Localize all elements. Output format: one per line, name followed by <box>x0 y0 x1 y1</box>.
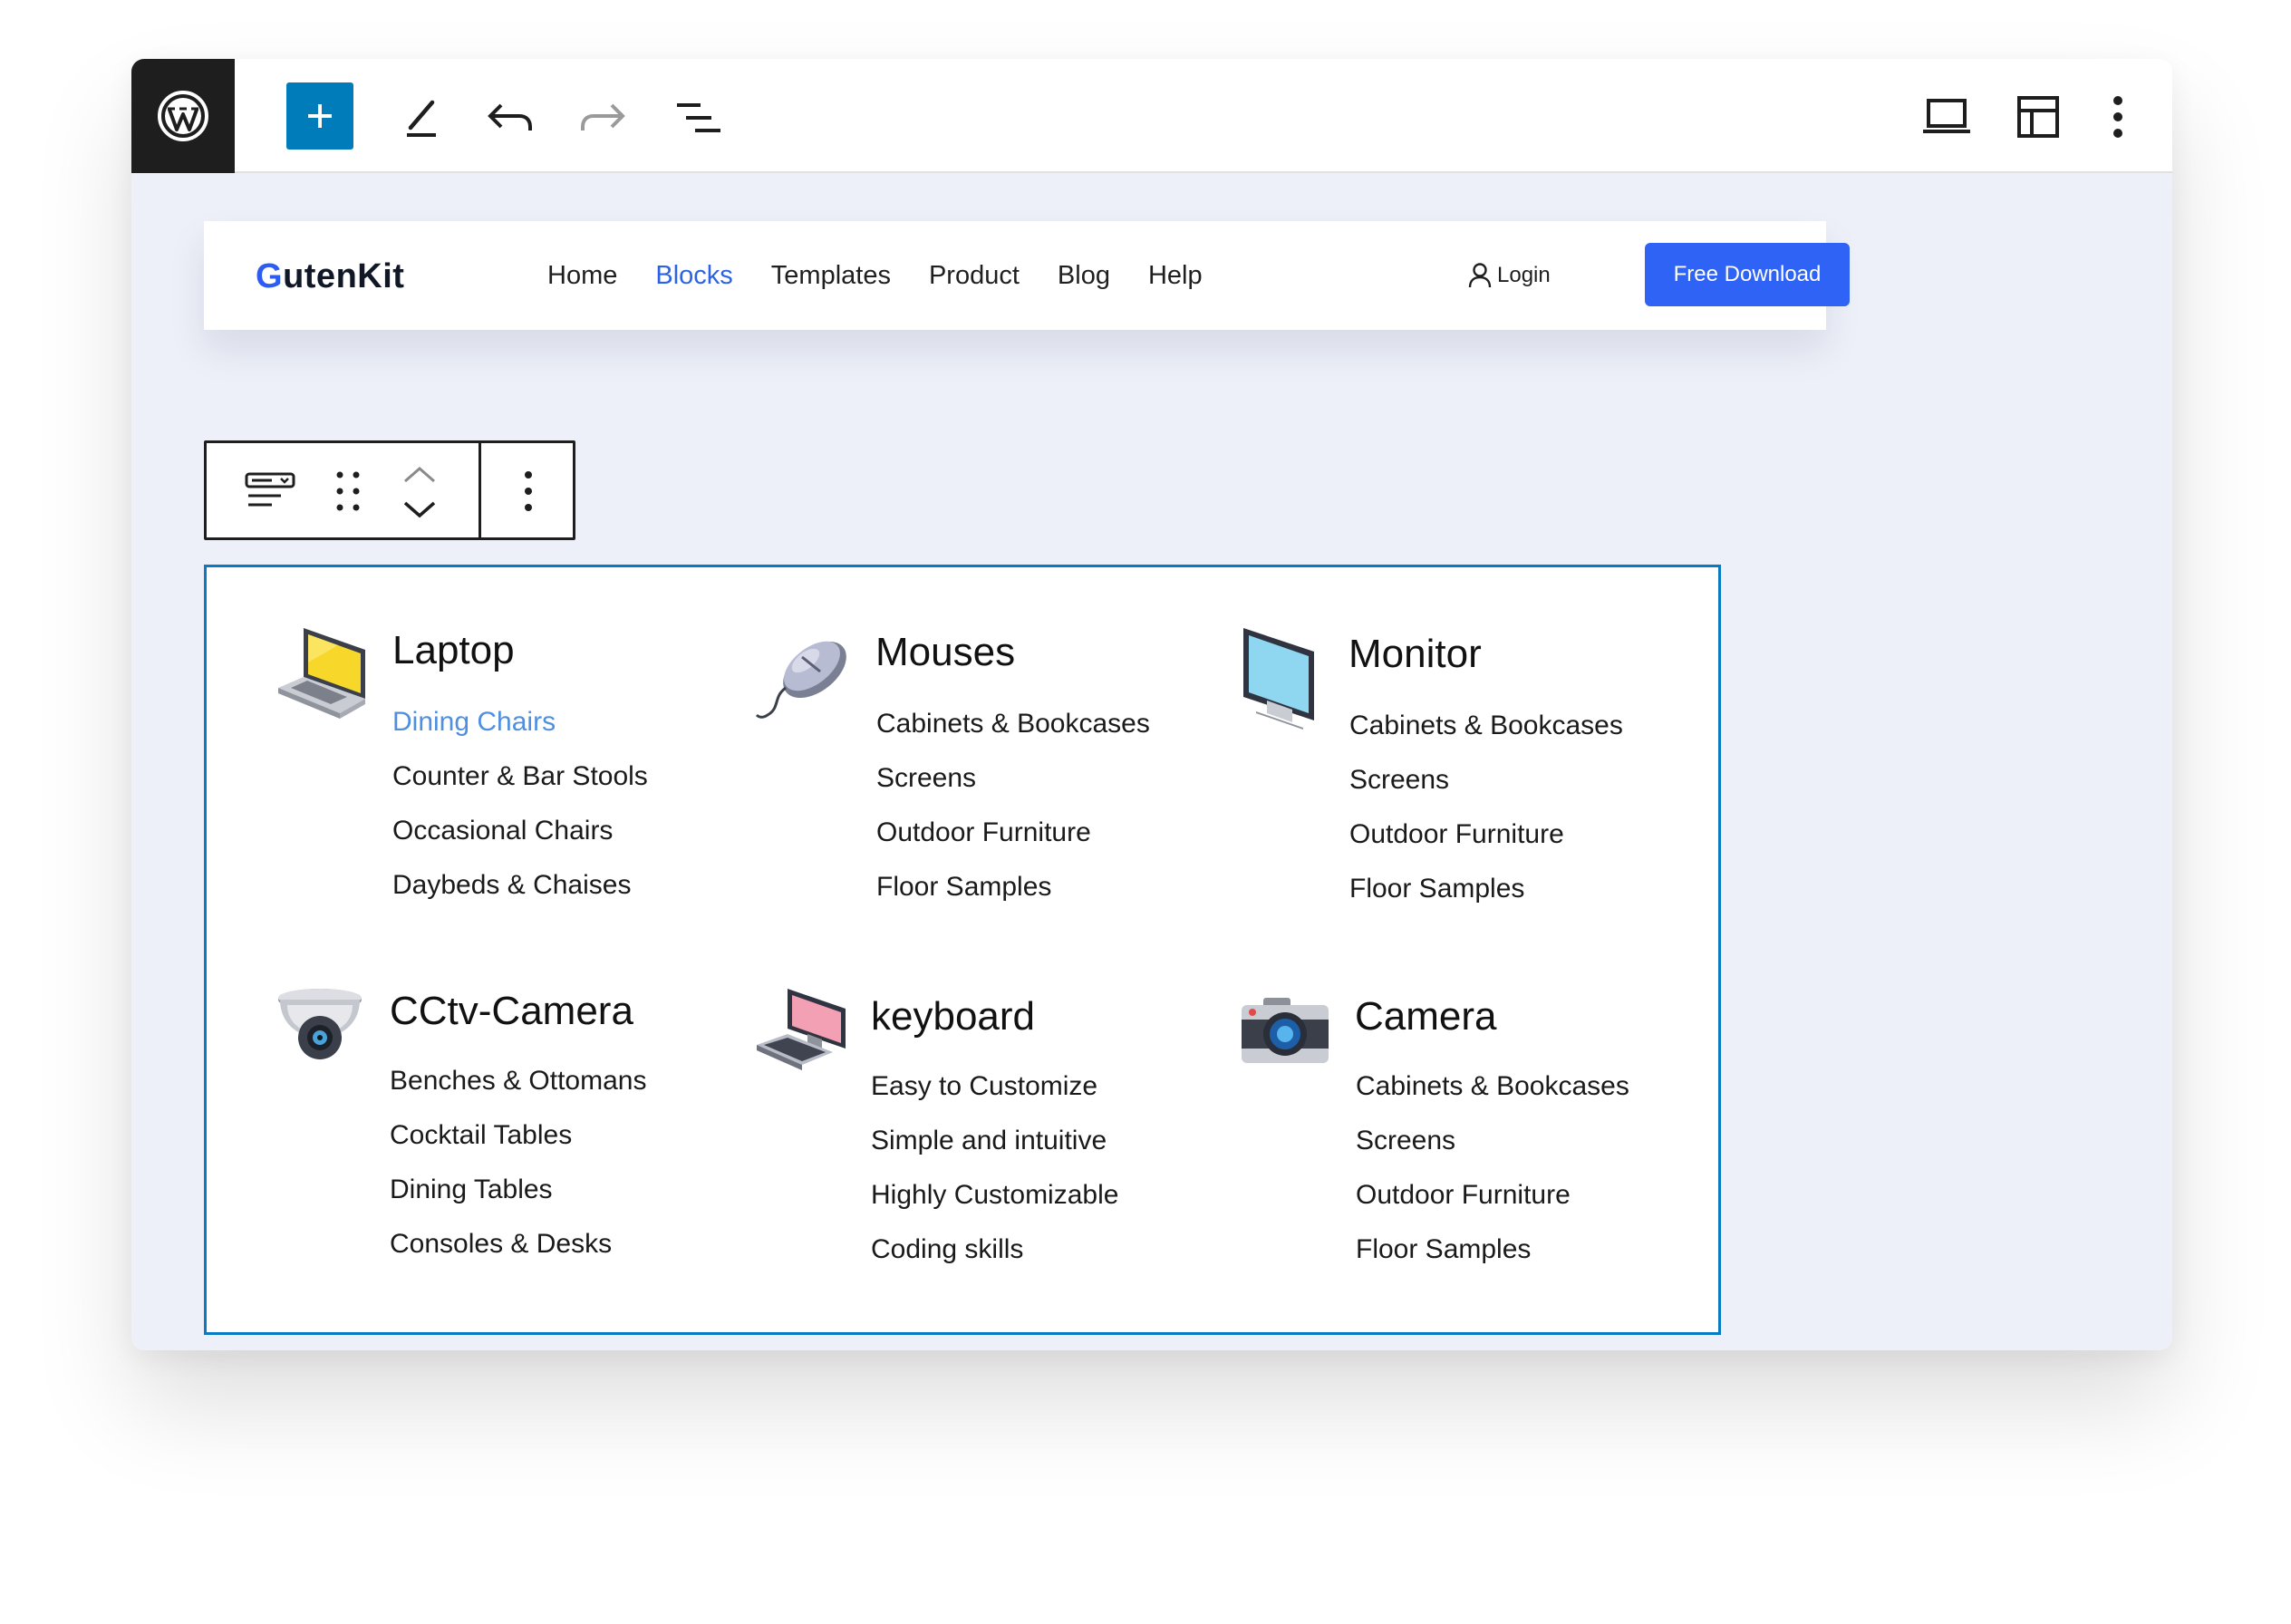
menu-link[interactable]: Screens <box>876 762 1150 817</box>
wordpress-logo-icon[interactable] <box>131 59 235 173</box>
menu-link[interactable]: Screens <box>1356 1125 1629 1179</box>
menu-column-title: Camera <box>1355 994 1497 1039</box>
drag-handle-icon <box>336 471 360 511</box>
menu-column-laptop: Laptop Dining Chairs Counter & Bar Stool… <box>275 624 710 923</box>
menu-link[interactable]: Benches & Ottomans <box>390 1065 646 1119</box>
menu-link[interactable]: Coding skills <box>871 1233 1118 1288</box>
user-icon <box>1468 263 1492 288</box>
menu-link[interactable]: Floor Samples <box>1349 873 1623 927</box>
menu-link[interactable]: Consoles & Desks <box>390 1228 646 1282</box>
menu-column-links: Cabinets & Bookcases Screens Outdoor Fur… <box>876 708 1150 925</box>
undo-button[interactable] <box>483 95 537 140</box>
camera-icon <box>1240 996 1330 1069</box>
editor-window: GutenKit Home Blocks Templates Product B… <box>131 59 2172 1350</box>
plus-icon <box>308 104 332 128</box>
brand-name: utenKit <box>283 257 405 295</box>
menu-column-links: Cabinets & Bookcases Screens Outdoor Fur… <box>1356 1070 1629 1288</box>
monitor-icon <box>1240 624 1321 734</box>
block-options-button[interactable] <box>510 469 546 514</box>
settings-button[interactable] <box>2013 92 2064 142</box>
login-label: Login <box>1497 263 1551 287</box>
menu-column-title: keyboard <box>871 994 1036 1039</box>
menu-link[interactable]: Screens <box>1349 764 1623 818</box>
redo-icon <box>581 103 625 130</box>
menu-column-title: Monitor <box>1348 632 1482 676</box>
menu-link[interactable]: Simple and intuitive <box>871 1125 1118 1179</box>
menu-column-title: CCtv-Camera <box>390 989 633 1033</box>
menu-column-cctv-camera: CCtv-Camera Benches & Ottomans Cocktail … <box>275 987 710 1286</box>
menu-column-monitor: Monitor Cabinets & Bookcases Screens Out… <box>1240 624 1711 923</box>
menu-link[interactable]: Cabinets & Bookcases <box>876 708 1150 762</box>
menu-column-camera: Camera Cabinets & Bookcases Screens Outd… <box>1240 987 1711 1286</box>
menu-link[interactable]: Dining Tables <box>390 1174 646 1228</box>
nav-item-home[interactable]: Home <box>547 261 617 291</box>
menu-link[interactable]: Occasional Chairs <box>392 815 648 869</box>
more-vertical-icon <box>2113 96 2122 138</box>
laptop-icon <box>1923 99 1970 133</box>
laptop-icon <box>275 624 372 730</box>
menu-link[interactable]: Cocktail Tables <box>390 1119 646 1174</box>
menu-link[interactable]: Easy to Customize <box>871 1070 1118 1125</box>
login-link[interactable]: Login <box>1468 262 1551 289</box>
options-icon <box>525 471 532 511</box>
menu-column-links: Easy to Customize Simple and intuitive H… <box>871 1070 1118 1288</box>
drag-handle[interactable] <box>330 469 366 514</box>
toolbar-divider <box>478 443 481 537</box>
site-header-block[interactable]: GutenKit Home Blocks Templates Product B… <box>204 221 1850 330</box>
menu-column-title: Mouses <box>875 630 1016 674</box>
preview-button[interactable] <box>1919 92 1974 142</box>
block-type-button[interactable] <box>243 469 297 514</box>
tools-button[interactable] <box>396 92 447 142</box>
menu-link[interactable]: Cabinets & Bookcases <box>1356 1070 1629 1125</box>
list-view-button[interactable] <box>672 95 726 140</box>
menu-link[interactable]: Floor Samples <box>876 871 1150 925</box>
menu-link[interactable]: Counter & Bar Stools <box>392 760 648 815</box>
redo-button[interactable] <box>575 95 630 140</box>
nav-item-help[interactable]: Help <box>1148 261 1203 291</box>
options-menu-button[interactable] <box>2100 92 2136 142</box>
menu-column-title: Laptop <box>392 628 515 672</box>
brand-logo[interactable]: GutenKit <box>256 257 404 296</box>
mega-menu-block[interactable]: Laptop Dining Chairs Counter & Bar Stool… <box>204 565 1721 1335</box>
block-type-icon <box>245 472 295 507</box>
cctv-camera-icon <box>275 987 365 1078</box>
editor-canvas: GutenKit Home Blocks Templates Product B… <box>131 173 2172 1350</box>
move-down-icon <box>403 501 436 518</box>
menu-link[interactable]: Daybeds & Chaises <box>392 869 648 923</box>
move-up-icon <box>404 467 435 483</box>
undo-icon <box>488 103 532 130</box>
brand-first-letter: G <box>256 257 284 295</box>
list-view-icon <box>677 103 720 132</box>
menu-link[interactable]: Cabinets & Bookcases <box>1349 710 1623 764</box>
move-down-button[interactable] <box>397 496 442 523</box>
menu-column-mouses: Mouses Cabinets & Bookcases Screens Outd… <box>755 624 1226 923</box>
menu-link[interactable]: Outdoor Furniture <box>876 817 1150 871</box>
menu-column-keyboard: keyboard Easy to Customize Simple and in… <box>755 987 1226 1286</box>
menu-link[interactable]: Floor Samples <box>1356 1233 1629 1288</box>
add-block-button[interactable] <box>286 82 353 150</box>
nav-item-templates[interactable]: Templates <box>771 261 891 291</box>
menu-link[interactable]: Highly Customizable <box>871 1179 1118 1233</box>
menu-column-links: Cabinets & Bookcases Screens Outdoor Fur… <box>1349 710 1623 927</box>
nav-item-blog[interactable]: Blog <box>1058 261 1110 291</box>
keyboard-icon <box>755 987 853 1082</box>
menu-link[interactable]: Outdoor Furniture <box>1349 818 1623 873</box>
menu-column-links: Dining Chairs Counter & Bar Stools Occas… <box>392 706 648 923</box>
pencil-icon <box>407 100 436 137</box>
menu-link[interactable]: Outdoor Furniture <box>1356 1179 1629 1233</box>
move-up-button[interactable] <box>397 461 442 488</box>
free-download-button[interactable]: Free Download <box>1645 243 1850 306</box>
nav-item-blocks[interactable]: Blocks <box>655 261 732 291</box>
mouse-icon <box>755 624 855 727</box>
menu-link[interactable]: Dining Chairs <box>392 706 648 760</box>
main-nav: Home Blocks Templates Product Blog Help <box>547 261 1203 291</box>
menu-column-links: Benches & Ottomans Cocktail Tables Dinin… <box>390 1065 646 1282</box>
editor-top-toolbar <box>131 59 2172 173</box>
nav-item-product[interactable]: Product <box>929 261 1020 291</box>
layout-icon <box>2017 96 2059 138</box>
block-toolbar <box>204 440 575 540</box>
